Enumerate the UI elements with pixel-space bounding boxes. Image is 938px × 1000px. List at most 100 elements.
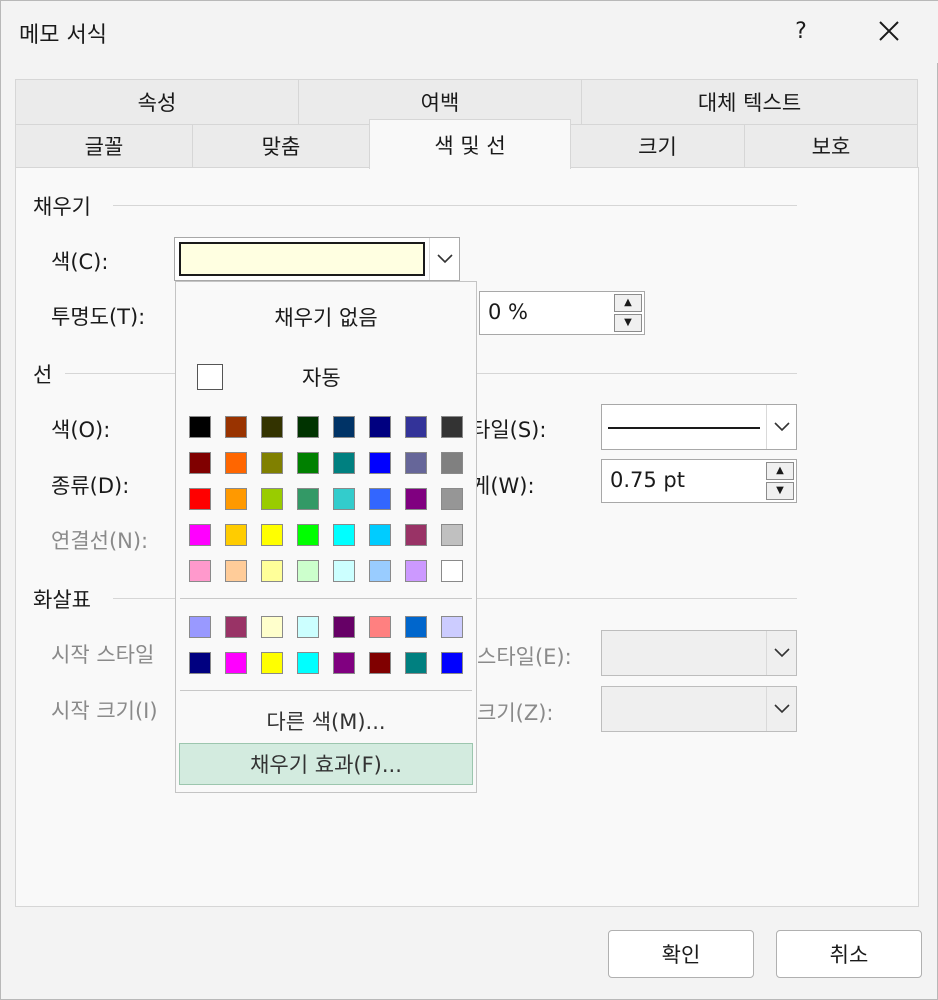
color-swatch[interactable] [441,524,463,546]
color-swatch[interactable] [189,452,211,474]
more-colors-option[interactable]: 다른 색(M)... [176,706,476,736]
color-swatch[interactable] [189,616,211,638]
color-swatch[interactable] [405,488,427,510]
color-swatch[interactable] [189,488,211,510]
spin-up-icon[interactable]: ▲ [766,462,794,480]
automatic-checkbox[interactable] [197,364,223,390]
color-swatch[interactable] [225,452,247,474]
color-swatch[interactable] [225,416,247,438]
spin-up-icon[interactable]: ▲ [614,294,642,312]
color-swatch[interactable] [225,524,247,546]
color-swatch[interactable] [441,416,463,438]
color-swatch[interactable] [225,652,247,674]
color-swatch[interactable] [369,616,391,638]
color-swatch[interactable] [261,652,283,674]
connector-label: 연결선(N): [51,529,149,553]
color-swatch[interactable] [441,452,463,474]
color-swatch[interactable] [189,416,211,438]
fill-color-dropdown[interactable] [174,237,460,281]
color-swatch[interactable] [333,524,355,546]
color-swatch[interactable] [189,652,211,674]
color-swatch[interactable] [333,488,355,510]
chevron-down-icon[interactable] [766,687,796,731]
color-swatch[interactable] [369,652,391,674]
spin-down-icon[interactable]: ▼ [614,314,642,332]
end-size-dropdown[interactable] [601,686,797,732]
chevron-down-icon[interactable] [429,238,459,280]
color-swatch[interactable] [333,652,355,674]
color-swatch[interactable] [441,616,463,638]
color-swatch[interactable] [405,652,427,674]
color-swatch[interactable] [333,416,355,438]
color-swatch[interactable] [441,488,463,510]
line-weight-value[interactable]: 0.75 pt [610,468,685,492]
tab-size[interactable]: 크기 [570,124,745,168]
transparency-value[interactable]: 0 % [488,300,528,324]
fill-color-label: 색(C): [51,250,109,274]
color-swatch[interactable] [297,452,319,474]
color-swatch[interactable] [261,616,283,638]
color-swatch[interactable] [333,616,355,638]
close-button[interactable] [863,11,915,51]
help-button[interactable]: ? [781,11,821,51]
color-swatch[interactable] [297,652,319,674]
transparency-spinner[interactable]: 0 % ▲ ▼ [479,291,645,335]
color-swatch[interactable] [369,488,391,510]
color-swatch[interactable] [333,560,355,582]
color-swatch[interactable] [405,452,427,474]
color-swatch[interactable] [297,560,319,582]
color-swatch[interactable] [297,488,319,510]
color-swatch[interactable] [441,560,463,582]
color-swatch[interactable] [369,416,391,438]
fill-divider [113,205,797,206]
tab-protection[interactable]: 보호 [744,124,918,168]
color-swatch[interactable] [297,524,319,546]
tab-alt-text[interactable]: 대체 텍스트 [581,79,918,125]
color-swatch[interactable] [333,452,355,474]
line-style-dropdown[interactable] [601,404,797,450]
color-swatch[interactable] [297,616,319,638]
color-swatch[interactable] [225,616,247,638]
format-comment-dialog: 메모 서식 ? 속성 여백 대체 텍스트 글꼴 맞춤 색 및 선 크기 보호 채… [0,0,938,1000]
color-swatch[interactable] [261,488,283,510]
color-swatch[interactable] [261,524,283,546]
color-swatch[interactable] [261,452,283,474]
color-swatch[interactable] [225,560,247,582]
fill-effects-option[interactable]: 채우기 효과(F)... [179,743,473,785]
automatic-option[interactable]: 자동 [302,362,341,392]
color-swatch[interactable] [297,416,319,438]
end-style-label: 스타일(E): [477,645,572,669]
spin-down-icon[interactable]: ▼ [766,482,794,500]
fill-section-label: 채우기 [33,195,91,219]
cancel-button[interactable]: 취소 [776,930,922,978]
end-style-dropdown[interactable] [601,630,797,676]
color-swatch[interactable] [189,524,211,546]
line-style-preview [608,427,760,429]
color-swatch[interactable] [405,616,427,638]
ok-button[interactable]: 확인 [608,930,754,978]
tab-properties[interactable]: 속성 [15,79,299,125]
tab-font[interactable]: 글꼴 [15,124,193,168]
color-swatch[interactable] [405,524,427,546]
no-fill-option[interactable]: 채우기 없음 [176,302,476,332]
color-swatch[interactable] [441,652,463,674]
color-swatch[interactable] [405,560,427,582]
color-swatch[interactable] [261,416,283,438]
color-swatch[interactable] [369,560,391,582]
color-swatch[interactable] [261,560,283,582]
line-style-label: 타일(S): [471,418,547,442]
popup-divider [180,598,472,599]
color-swatch[interactable] [405,416,427,438]
tab-alignment[interactable]: 맞춤 [192,124,370,168]
color-swatch[interactable] [369,452,391,474]
dialog-title: 메모 서식 [19,23,107,48]
transparency-label: 투명도(T): [51,305,146,329]
tab-colors-and-lines[interactable]: 색 및 선 [369,119,571,169]
arrows-section-label: 화살표 [33,588,91,612]
chevron-down-icon[interactable] [766,631,796,675]
color-swatch[interactable] [369,524,391,546]
color-swatch[interactable] [225,488,247,510]
color-swatch[interactable] [189,560,211,582]
line-weight-spinner[interactable]: 0.75 pt ▲ ▼ [601,459,797,503]
chevron-down-icon[interactable] [766,405,796,449]
